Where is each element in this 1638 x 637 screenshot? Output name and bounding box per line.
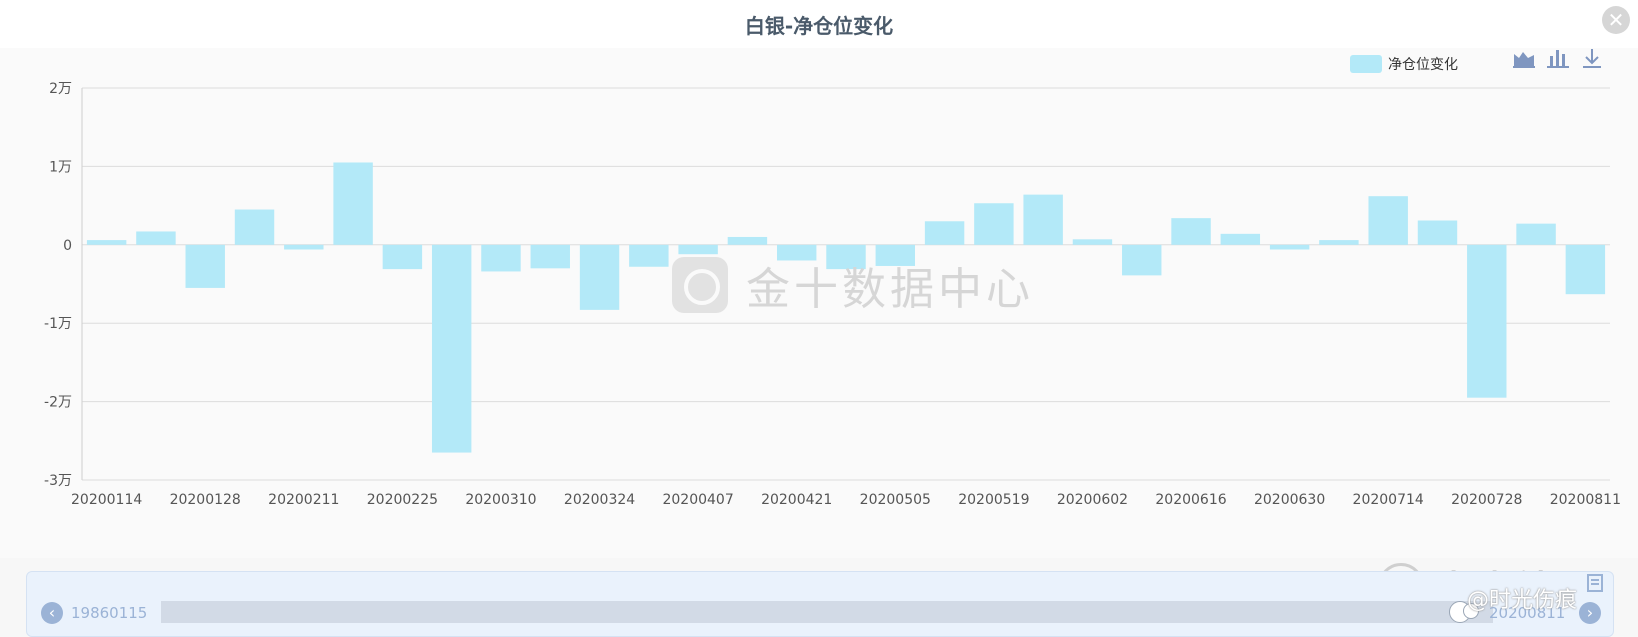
bar	[1467, 244, 1507, 398]
zoom-track[interactable]	[161, 601, 1493, 623]
x-tick-label: 20200324	[564, 492, 635, 508]
legend-swatch	[1350, 55, 1382, 73]
y-tick-label: -3万	[44, 473, 72, 489]
bar	[629, 244, 669, 267]
bar	[1220, 233, 1261, 245]
legend-item[interactable]: 净仓位变化	[1350, 54, 1458, 74]
bar	[1023, 194, 1063, 245]
y-tick-label: -1万	[44, 316, 72, 332]
bar	[1122, 244, 1162, 276]
close-icon[interactable]: ✕	[1602, 6, 1630, 34]
bar	[1565, 244, 1606, 295]
y-tick-label: 0	[63, 238, 72, 254]
download-icon[interactable]	[1580, 46, 1604, 70]
x-tick-label: 20200407	[662, 492, 733, 508]
x-tick-label: 20200225	[367, 492, 438, 508]
bar	[431, 244, 472, 453]
x-tick-label: 20200211	[268, 492, 339, 508]
x-tick-label: 20200714	[1353, 492, 1424, 508]
bar	[185, 244, 225, 288]
x-tick-label: 20200602	[1057, 492, 1128, 508]
x-tick-label: 20200811	[1550, 492, 1621, 508]
bar	[1368, 196, 1408, 245]
x-tick-label: 20200310	[465, 492, 536, 508]
jin10-logo-icon	[672, 257, 728, 313]
author-watermark: @时光伤痕	[1467, 588, 1578, 613]
bar	[382, 244, 423, 270]
x-tick-label: 20200630	[1254, 492, 1325, 508]
x-tick-label: 20200114	[71, 492, 142, 508]
area-chart-icon[interactable]	[1512, 46, 1536, 70]
bar	[333, 162, 373, 245]
bar	[1417, 220, 1458, 245]
zoom-left-arrow-icon[interactable]: ‹	[41, 602, 63, 624]
chart-area: 2万 1万 0 -1万 -2万 -3万 20200114 20200128 20200211 20…	[0, 46, 1638, 610]
bar	[1269, 244, 1310, 250]
y-tick-label: 1万	[49, 159, 72, 175]
zoom-range-fill	[161, 601, 1493, 623]
y-tick-label: 2万	[49, 81, 72, 97]
bar	[1516, 223, 1556, 245]
bar	[1171, 218, 1211, 245]
zoom-right-arrow-icon[interactable]: ›	[1579, 602, 1601, 624]
x-tick-label: 20200616	[1155, 492, 1226, 508]
dialog-header: 白银-净仓位变化 ✕	[0, 0, 1638, 48]
chart-title: 白银-净仓位变化	[744, 14, 894, 38]
x-tick-label: 20200128	[170, 492, 241, 508]
bar	[579, 244, 620, 310]
watermark-text: 金十数据中心	[746, 264, 1034, 315]
bar	[86, 240, 127, 245]
bar	[974, 203, 1014, 245]
zoom-start-label: 19860115	[71, 604, 148, 622]
legend-label: 净仓位变化	[1388, 57, 1458, 73]
x-tick-label: 20200519	[958, 492, 1029, 508]
bar	[530, 244, 570, 269]
x-tick-label: 20200505	[860, 492, 931, 508]
bar	[136, 231, 176, 245]
bar	[1072, 239, 1113, 245]
y-tick-label: -2万	[44, 395, 72, 411]
x-tick-label: 20200421	[761, 492, 832, 508]
restore-icon[interactable]	[1585, 572, 1607, 594]
bar	[727, 236, 768, 245]
watermark: 金十数据中心	[672, 253, 1034, 317]
bar-chart-icon[interactable]	[1546, 46, 1570, 70]
data-zoom-slider[interactable]: ‹ 19860115 20200811 › @时光伤痕	[26, 571, 1614, 637]
bar	[1319, 240, 1359, 245]
x-tick-label: 20200728	[1451, 492, 1522, 508]
bar	[234, 209, 275, 245]
bar	[924, 221, 965, 245]
bar	[284, 244, 324, 250]
chart-toolbox	[1512, 46, 1604, 70]
bar	[481, 244, 521, 272]
